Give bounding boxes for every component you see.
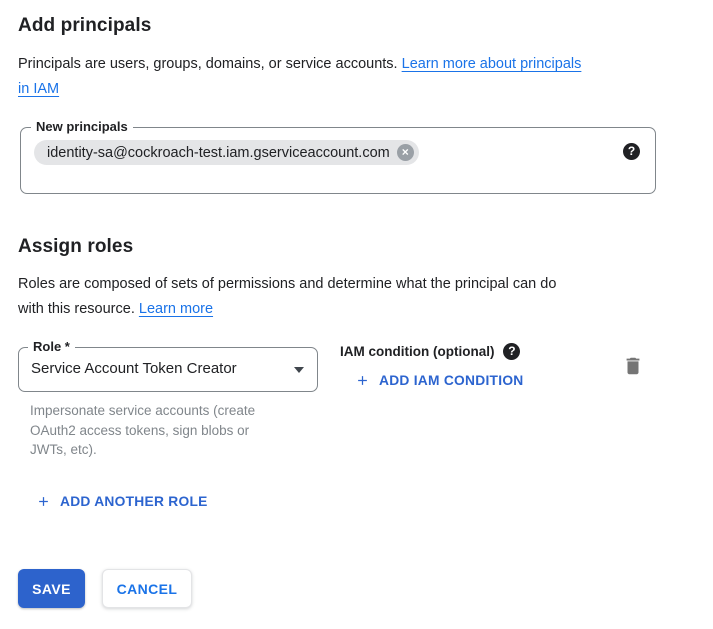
add-another-role-button[interactable]: ADD ANOTHER ROLE (36, 494, 208, 509)
new-principals-label: New principals (31, 119, 133, 134)
chip-remove-icon[interactable]: × (397, 144, 414, 161)
iam-condition-help-icon[interactable]: ? (503, 343, 520, 360)
chevron-down-icon (294, 367, 304, 373)
add-iam-condition-label: ADD IAM CONDITION (379, 373, 524, 388)
role-helper-text: Impersonate service accounts (create OAut… (30, 401, 290, 460)
roles-description: Roles are composed of sets of permission… (18, 272, 666, 322)
delete-role-button[interactable] (620, 354, 646, 380)
iam-condition-header: IAM condition (optional) ? (340, 343, 520, 360)
assign-roles-title: Assign roles (18, 236, 133, 258)
iam-condition-label: IAM condition (optional) (340, 344, 494, 359)
add-iam-condition-button[interactable]: ADD IAM CONDITION (355, 373, 524, 388)
cancel-button[interactable]: CANCEL (102, 569, 192, 608)
role-selected-value: Service Account Token Creator (31, 360, 237, 377)
add-principals-title: Add principals (18, 15, 151, 37)
role-label: Role * (28, 339, 75, 354)
roles-description-line2: with this resource. (18, 301, 139, 317)
principals-description: Principals are users, groups, domains, o… (18, 52, 666, 102)
learn-more-principals-link-line1[interactable]: Learn more about principals (402, 56, 582, 72)
learn-more-roles-link[interactable]: Learn more (139, 301, 213, 317)
add-principals-panel: Add principals Principals are users, gro… (0, 0, 713, 629)
save-button[interactable]: SAVE (18, 569, 85, 608)
role-select[interactable]: Role * Service Account Token Creator (18, 347, 318, 392)
add-another-role-label: ADD ANOTHER ROLE (60, 494, 208, 509)
plus-icon (355, 373, 370, 388)
role-helper-line2: OAuth2 access tokens, sign blobs or (30, 423, 249, 438)
principal-chip-text: identity-sa@cockroach-test.iam.gservicea… (47, 145, 390, 161)
principals-description-text: Principals are users, groups, domains, o… (18, 56, 402, 72)
new-principals-field[interactable]: New principals identity-sa@cockroach-tes… (20, 127, 656, 194)
plus-icon (36, 494, 51, 509)
role-helper-line3: JWTs, etc). (30, 442, 97, 457)
learn-more-principals-link-line2[interactable]: in IAM (18, 81, 59, 97)
roles-description-line1: Roles are composed of sets of permission… (18, 276, 556, 292)
principal-chip: identity-sa@cockroach-test.iam.gservicea… (34, 140, 419, 165)
role-helper-line1: Impersonate service accounts (create (30, 403, 255, 418)
trash-icon (622, 355, 644, 377)
principals-help-icon[interactable]: ? (623, 143, 640, 160)
